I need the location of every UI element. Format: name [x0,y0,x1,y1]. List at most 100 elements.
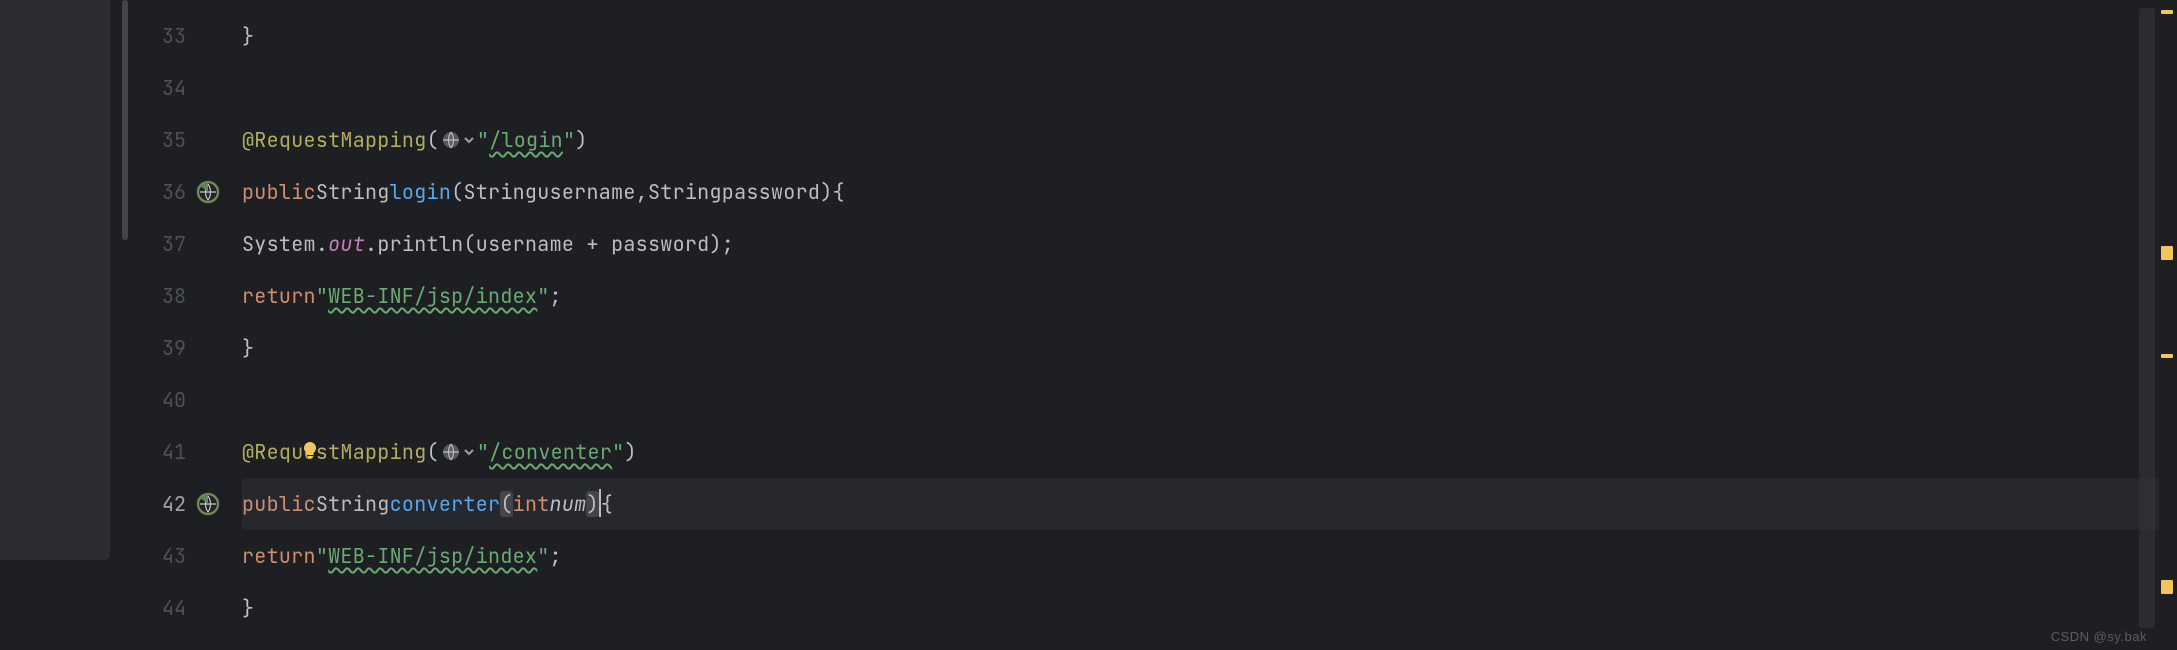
gutter-row[interactable]: 39 [132,322,242,374]
view-path: WEB-INF/jsp/index [328,283,537,309]
method-name: converter [390,491,501,517]
token: ; [722,231,734,257]
code-line[interactable] [242,374,2177,426]
line-number: 36 [132,179,190,205]
minimap-warning-marker[interactable] [2161,10,2173,14]
token: ( [427,127,439,153]
token: username [537,179,635,205]
tool-panel-scrollbar[interactable] [122,0,128,240]
code-line[interactable]: public String converter(int num) { [242,478,2177,530]
editor: 33 34 35 36 37 38 39 40 41 42 43 44 } @RequestMap… [0,0,2177,650]
brace: } [242,595,254,621]
gutter-row[interactable]: 37 [132,218,242,270]
gutter-row[interactable]: 35 [132,114,242,166]
code-line[interactable]: public String login(String username,Stri… [242,166,2177,218]
token: " [316,283,328,309]
annotation: @RequestMapping [242,127,427,153]
line-number: 41 [132,439,190,465]
watermark: CSDN @sy.bak [2051,629,2147,644]
token: return [242,543,316,569]
intention-bulb-icon[interactable] [300,443,320,466]
web-mapping-icon [439,130,477,150]
token: ) [820,179,832,205]
keyword: public [242,179,316,205]
token: ) [575,127,587,153]
code-line[interactable]: } [242,582,2177,634]
token: String [463,179,537,205]
line-number: 34 [132,75,190,101]
url-path: /conventer [489,439,612,465]
paren-match: ) [586,491,598,517]
token: println [377,231,463,257]
paren-match: ( [500,491,512,517]
code-line[interactable]: return "WEB-INF/jsp/index"; [242,530,2177,582]
brace: } [242,335,254,361]
code-line[interactable]: } [242,10,2177,62]
line-number: 44 [132,595,190,621]
token: ) [709,231,721,257]
token: " [477,127,489,153]
token: . [365,231,377,257]
gutter-row[interactable]: 33 [132,10,242,62]
gutter-row[interactable]: 43 [132,530,242,582]
minimap[interactable] [2159,0,2177,650]
method-name: login [390,179,452,205]
token: ) [624,439,636,465]
token: ( [427,439,439,465]
token: ; [550,543,562,569]
endpoint-icon[interactable] [196,180,220,204]
gutter-row[interactable]: 42 [132,478,242,530]
line-number: 33 [132,23,190,49]
token: int [513,491,550,517]
line-number: 42 [132,491,190,517]
minimap-warning-marker[interactable] [2161,246,2173,260]
token: " [537,283,549,309]
code-line[interactable]: @RequestMapping( "/conventer") [242,426,2177,478]
web-mapping-icon [439,442,477,462]
token: ; [550,283,562,309]
token: . [316,231,328,257]
line-number: 43 [132,543,190,569]
token: { [833,179,845,205]
code-area[interactable]: } @RequestMapping( "/login") public Stri… [242,0,2177,650]
gutter-row[interactable]: 40 [132,374,242,426]
line-number: 35 [132,127,190,153]
gutter-icon-slot [190,492,238,516]
minimap-warning-marker[interactable] [2161,354,2173,358]
minimap-warning-marker[interactable] [2161,580,2173,594]
line-number: 39 [132,335,190,361]
gutter-row[interactable]: 41 [132,426,242,478]
tool-window-stripe [0,0,132,650]
token: " [477,439,489,465]
folded-tool-panel[interactable] [0,0,110,560]
gutter-row[interactable]: 36 [132,166,242,218]
token: " [316,543,328,569]
gutter[interactable]: 33 34 35 36 37 38 39 40 41 42 43 44 [132,0,242,650]
gutter-row[interactable]: 34 [132,62,242,114]
gutter-row[interactable]: 38 [132,270,242,322]
brace: } [242,23,254,49]
editor-scrollbar[interactable] [2139,8,2155,628]
code-line[interactable]: return "WEB-INF/jsp/index"; [242,270,2177,322]
token: + [574,231,611,257]
endpoint-icon[interactable] [196,492,220,516]
code-line[interactable]: } [242,322,2177,374]
annotation: @RequestMapping [242,439,427,465]
view-path: WEB-INF/jsp/index [328,543,537,569]
token: " [563,127,575,153]
code-line[interactable]: System.out.println(username + password); [242,218,2177,270]
code-line[interactable]: @RequestMapping( "/login") [242,114,2177,166]
code-line[interactable] [242,62,2177,114]
token: return [242,283,316,309]
token: String [648,179,722,205]
token: { [601,491,613,517]
token: String [316,491,390,517]
url-path: /login [489,127,563,153]
line-number: 40 [132,387,190,413]
line-number: 38 [132,283,190,309]
token: password [722,179,820,205]
line-number: 37 [132,231,190,257]
token: System [242,231,316,257]
token: num [550,491,587,517]
gutter-row[interactable]: 44 [132,582,242,634]
